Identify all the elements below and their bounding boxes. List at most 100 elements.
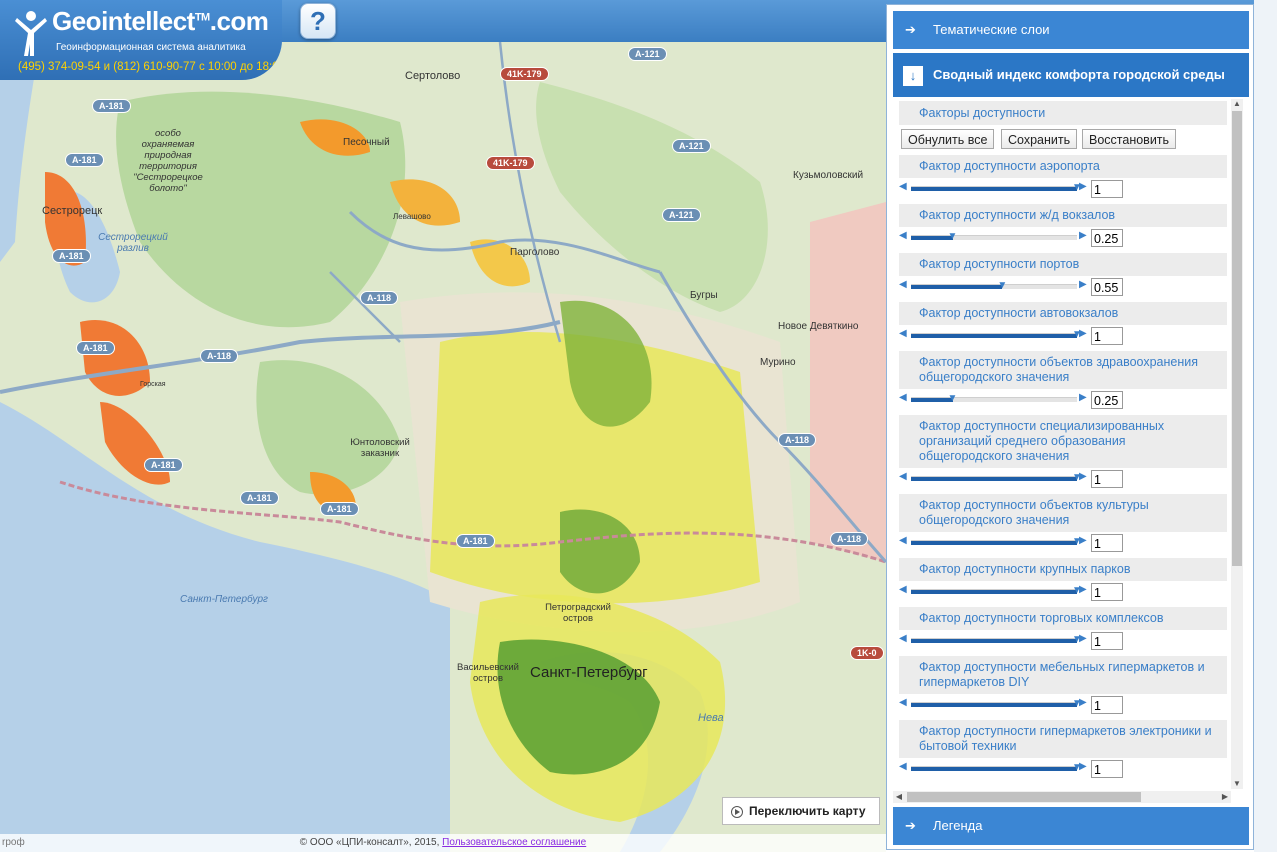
slider-decrease-icon[interactable]: ◀ [899, 471, 907, 482]
factor-slider[interactable]: ◀ ▼ ▶ 1 [899, 581, 1227, 603]
factor-slider[interactable]: ◀ ▼ ▶ 1 [899, 694, 1227, 716]
factor-slider[interactable]: ◀ ▼ ▶ 1 [899, 532, 1227, 554]
scroll-down-icon[interactable]: ▼ [1231, 779, 1243, 789]
slider-decrease-icon[interactable]: ◀ [899, 181, 907, 192]
slider-decrease-icon[interactable]: ◀ [899, 392, 907, 403]
logo[interactable]: GeointellectTM.com Геоинформационная сис… [0, 0, 282, 80]
factor-value-input[interactable]: 1 [1091, 180, 1123, 198]
factor-value-input[interactable]: 0.25 [1091, 391, 1123, 409]
slider-decrease-icon[interactable]: ◀ [899, 697, 907, 708]
slider-track[interactable]: ▼ [911, 585, 1082, 596]
map-label-novoe-devyatkino: Новое Девяткино [778, 321, 859, 332]
map-label-spb-city: Санкт-Петербург [530, 664, 648, 681]
factor-slider[interactable]: ◀ ▼ ▶ 1 [899, 178, 1227, 200]
scroll-up-icon[interactable]: ▲ [1231, 99, 1243, 109]
slider-handle-icon[interactable]: ▼ [948, 393, 958, 405]
map-view[interactable]: Сертолово Песочный Кузьмоловский Сестрор… [0, 42, 886, 852]
scroll-left-icon[interactable]: ◀ [893, 791, 905, 803]
factor-value-input[interactable]: 0.25 [1091, 229, 1123, 247]
slider-decrease-icon[interactable]: ◀ [899, 328, 907, 339]
slider-track[interactable]: ▼ [911, 182, 1082, 193]
road-shield: A-121 [662, 208, 701, 222]
horizontal-scrollbar[interactable]: ◀ ▶ [893, 791, 1231, 803]
slider-increase-icon[interactable]: ▶ [1079, 697, 1087, 708]
slider-track[interactable]: ▼ [911, 393, 1077, 404]
slider-increase-icon[interactable]: ▶ [1079, 392, 1087, 403]
vertical-scrollbar[interactable]: ▲ ▼ [1231, 99, 1243, 789]
factor-value-input[interactable]: 0.55 [1091, 278, 1123, 296]
accordion-comfort-index[interactable]: ↓ Сводный индекс комфорта городской среды [893, 53, 1249, 97]
map-label-petrogradsky: Петроградский остров [545, 602, 611, 624]
slider-increase-icon[interactable]: ▶ [1079, 761, 1087, 772]
slider-decrease-icon[interactable]: ◀ [899, 535, 907, 546]
restore-button[interactable]: Восстановить [1082, 129, 1177, 149]
slider-decrease-icon[interactable]: ◀ [899, 584, 907, 595]
slider-increase-icon[interactable]: ▶ [1079, 535, 1087, 546]
factor-item: Фактор доступности гипермаркетов электро… [899, 720, 1227, 780]
switch-map-button[interactable]: Переключить карту [722, 797, 880, 825]
app-root: Сертолово Песочный Кузьмоловский Сестрор… [0, 0, 1277, 852]
factor-slider[interactable]: ◀ ▼ ▶ 1 [899, 630, 1227, 652]
road-shield: A-181 [144, 458, 183, 472]
map-label-neva: Нева [698, 712, 724, 724]
slider-decrease-icon[interactable]: ◀ [899, 279, 907, 290]
factor-value-input[interactable]: 1 [1091, 327, 1123, 345]
slider-increase-icon[interactable]: ▶ [1079, 471, 1087, 482]
user-agreement-link[interactable]: Пользовательское соглашение [442, 837, 586, 848]
slider-increase-icon[interactable]: ▶ [1079, 279, 1087, 290]
slider-increase-icon[interactable]: ▶ [1079, 181, 1087, 192]
slider-track[interactable]: ▼ [911, 280, 1077, 291]
slider-increase-icon[interactable]: ▶ [1079, 633, 1087, 644]
arrow-right-icon: ➔ [905, 22, 916, 37]
road-shield: A-118 [778, 433, 817, 447]
factor-value-input[interactable]: 1 [1091, 534, 1123, 552]
slider-decrease-icon[interactable]: ◀ [899, 633, 907, 644]
slider-track[interactable]: ▼ [911, 329, 1082, 340]
reset-all-button[interactable]: Обнулить все [901, 129, 995, 149]
slider-track[interactable]: ▼ [911, 762, 1082, 773]
slider-fill [911, 398, 953, 402]
factor-slider[interactable]: ◀ ▼ ▶ 0.25 [899, 389, 1227, 411]
factor-slider[interactable]: ◀ ▼ ▶ 1 [899, 325, 1227, 347]
factor-slider[interactable]: ◀ ▼ ▶ 0.25 [899, 227, 1227, 249]
road-shield: A-181 [52, 249, 91, 263]
slider-track[interactable]: ▼ [911, 472, 1082, 483]
slider-decrease-icon[interactable]: ◀ [899, 230, 907, 241]
help-button[interactable]: ? [300, 3, 336, 39]
slider-track[interactable]: ▼ [911, 231, 1077, 242]
slider-track[interactable]: ▼ [911, 536, 1082, 547]
hscrollbar-thumb[interactable] [907, 792, 1141, 802]
factor-value-input[interactable]: 1 [1091, 583, 1123, 601]
accordion-legend[interactable]: ➔ Легенда [893, 807, 1249, 845]
map-label-vasilievsky: Васильевский остров [457, 662, 519, 684]
factor-title: Фактор доступности портов [899, 253, 1227, 276]
slider-decrease-icon[interactable]: ◀ [899, 761, 907, 772]
slider-track[interactable]: ▼ [911, 634, 1082, 645]
factor-title: Фактор доступности торговых комплексов [899, 607, 1227, 630]
factor-item: Фактор доступности объектов культуры общ… [899, 494, 1227, 554]
factor-value-input[interactable]: 1 [1091, 632, 1123, 650]
slider-increase-icon[interactable]: ▶ [1079, 328, 1087, 339]
accordion-thematic-layers[interactable]: ➔ Тематические слои [893, 11, 1249, 49]
scroll-right-icon[interactable]: ▶ [1219, 791, 1231, 803]
factor-slider[interactable]: ◀ ▼ ▶ 1 [899, 468, 1227, 490]
road-shield: 41K-179 [486, 156, 535, 170]
logo-title: GeointellectTM.com [52, 6, 269, 37]
factor-slider[interactable]: ◀ ▼ ▶ 0.55 [899, 276, 1227, 298]
factor-value-input[interactable]: 1 [1091, 696, 1123, 714]
slider-increase-icon[interactable]: ▶ [1079, 230, 1087, 241]
slider-handle-icon[interactable]: ▼ [948, 231, 958, 243]
play-circle-icon [731, 805, 743, 818]
factor-value-input[interactable]: 1 [1091, 470, 1123, 488]
factor-value-input[interactable]: 1 [1091, 760, 1123, 778]
slider-handle-icon[interactable]: ▼ [997, 280, 1007, 292]
factor-button-row: Обнулить все Сохранить Восстановить [901, 129, 1231, 151]
slider-increase-icon[interactable]: ▶ [1079, 584, 1087, 595]
slider-track[interactable]: ▼ [911, 698, 1082, 709]
scrollbar-thumb[interactable] [1232, 111, 1242, 566]
factor-title: Фактор доступности мебельных гипермаркет… [899, 656, 1227, 694]
factor-item: Фактор доступности торговых комплексов ◀ ▼… [899, 607, 1227, 652]
factor-slider[interactable]: ◀ ▼ ▶ 1 [899, 758, 1227, 780]
save-button[interactable]: Сохранить [1001, 129, 1078, 149]
factor-title: Фактор доступности крупных парков [899, 558, 1227, 581]
